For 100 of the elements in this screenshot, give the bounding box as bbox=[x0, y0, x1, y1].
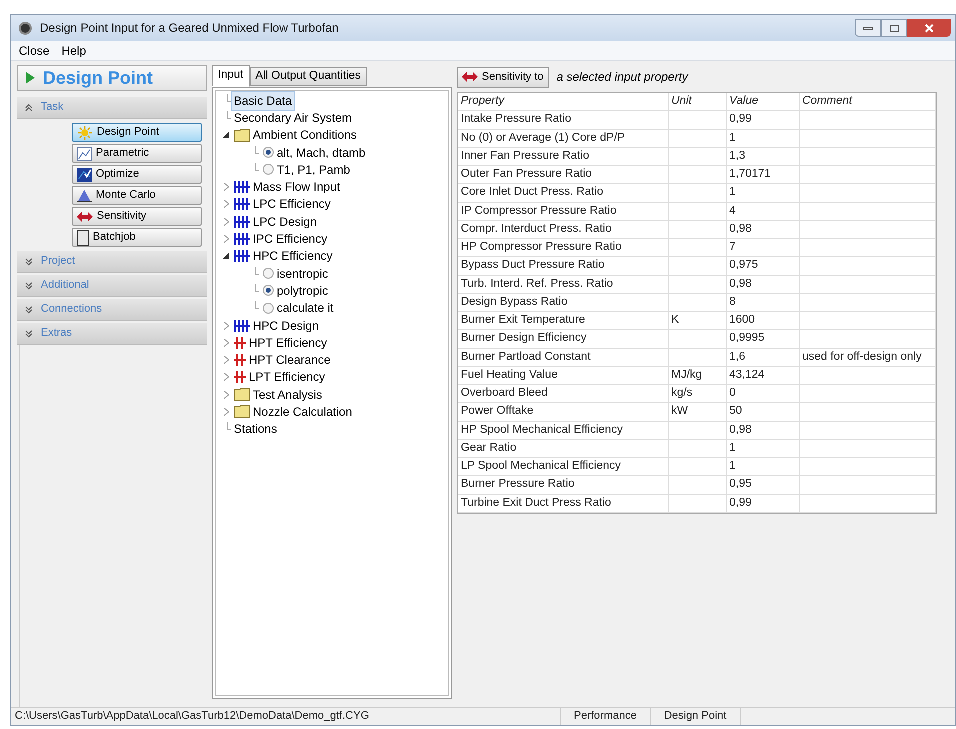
tree-item[interactable]: calculate it bbox=[274, 298, 337, 318]
compressor-icon bbox=[234, 181, 250, 194]
table-cell: 0,98 bbox=[726, 220, 799, 238]
task-button[interactable]: Design Point bbox=[72, 123, 202, 142]
folder-icon bbox=[234, 405, 250, 418]
compressor-icon bbox=[234, 198, 250, 210]
status-text: C:\Users\GasTurb\AppData\Local\GasTurb12\DemoData\Demo_gtf.CYG bbox=[11, 708, 561, 725]
radio-button[interactable] bbox=[263, 302, 274, 314]
column-header: Property bbox=[458, 93, 668, 111]
tree-item[interactable]: Stations bbox=[231, 419, 280, 440]
table-cell: 0,99 bbox=[726, 494, 799, 512]
collapsed-icon[interactable] bbox=[221, 322, 231, 330]
table-cell: 50 bbox=[726, 402, 799, 421]
table-cell: Intake Pressure Ratio bbox=[458, 110, 668, 129]
compressor-icon bbox=[234, 216, 250, 228]
table-cell: kg/s bbox=[668, 384, 726, 403]
table-cell: HP Spool Mechanical Efficiency bbox=[458, 421, 668, 440]
table-cell: Power Offtake bbox=[458, 402, 668, 421]
table-cell: K bbox=[668, 312, 726, 330]
radio-button[interactable] bbox=[263, 285, 274, 296]
table-cell: Fuel Heating Value bbox=[458, 366, 668, 384]
table-cell: Design Bypass Ratio bbox=[458, 293, 668, 312]
tree-item[interactable]: Basic Data bbox=[231, 90, 296, 111]
tab[interactable]: Input bbox=[212, 65, 250, 87]
folder-icon bbox=[234, 388, 250, 402]
minimize-button[interactable] bbox=[855, 19, 881, 37]
close-button[interactable] bbox=[907, 19, 951, 37]
compressor-icon bbox=[234, 250, 250, 262]
play-icon bbox=[26, 72, 35, 84]
table-cell: Inner Fan Pressure Ratio bbox=[458, 147, 668, 166]
turbine-icon bbox=[234, 354, 246, 366]
tree-item[interactable]: LPC Design bbox=[250, 212, 320, 232]
expand-icon bbox=[25, 306, 33, 314]
collapsed-icon[interactable] bbox=[221, 183, 231, 192]
collapsed-icon[interactable] bbox=[221, 200, 231, 208]
collapsed-icon[interactable] bbox=[221, 356, 231, 364]
table-cell: 0,95 bbox=[726, 476, 799, 494]
collapsed-icon[interactable] bbox=[221, 408, 231, 416]
table-cell: kW bbox=[668, 402, 726, 421]
radio-button[interactable] bbox=[263, 268, 274, 280]
column-header: Value bbox=[726, 93, 799, 111]
table-cell: 7 bbox=[726, 238, 799, 257]
table-cell: used for off-design only bbox=[799, 348, 936, 366]
task-button[interactable]: Optimize bbox=[72, 165, 202, 184]
table-cell: 8 bbox=[726, 293, 799, 312]
table-cell: 0,98 bbox=[726, 275, 799, 294]
task-button[interactable]: Sensitivity bbox=[72, 207, 202, 226]
tab[interactable]: All Output Quantities bbox=[250, 67, 368, 86]
expanded-icon[interactable] bbox=[221, 132, 231, 138]
table-cell: Compr. Interduct Press. Ratio bbox=[458, 220, 668, 238]
table-cell: Bypass Duct Pressure Ratio bbox=[458, 256, 668, 275]
table-cell: 0,9995 bbox=[726, 330, 799, 348]
table-cell: LP Spool Mechanical Efficiency bbox=[458, 458, 668, 476]
tree-item[interactable]: Nozzle Calculation bbox=[250, 402, 356, 422]
expanded-icon[interactable] bbox=[221, 253, 231, 260]
double-arrow-icon bbox=[77, 210, 93, 222]
collapsed-icon[interactable] bbox=[221, 338, 231, 347]
column-header: Unit bbox=[668, 93, 726, 111]
table-cell: HP Compressor Pressure Ratio bbox=[458, 238, 668, 257]
page-icon bbox=[77, 230, 89, 246]
collapsed-icon[interactable] bbox=[221, 218, 231, 226]
column-header: Comment bbox=[799, 93, 936, 111]
task-button[interactable]: Parametric bbox=[72, 144, 202, 163]
compressor-icon bbox=[234, 320, 250, 332]
table-cell: Burner Partload Constant bbox=[458, 348, 668, 366]
tree-item[interactable]: Ambient Conditions bbox=[250, 125, 360, 146]
compressor-icon bbox=[234, 233, 250, 246]
table-cell: Core Inlet Duct Press. Ratio bbox=[458, 184, 668, 202]
window-title: Design Point Input for a Geared Unmixed Flow Turbofan bbox=[40, 20, 339, 37]
menu-item[interactable]: Close bbox=[19, 42, 50, 60]
status-text: Design Point bbox=[651, 708, 741, 725]
collapsed-icon[interactable] bbox=[221, 235, 231, 244]
turbine-icon bbox=[234, 336, 246, 349]
table-cell: 1 bbox=[726, 458, 799, 476]
table-cell: 0 bbox=[726, 384, 799, 403]
table-cell: Outer Fan Pressure Ratio bbox=[458, 166, 668, 184]
sensitivity-button[interactable]: Sensitivity to bbox=[457, 66, 549, 88]
table-cell: 4 bbox=[726, 202, 799, 220]
radio-button[interactable] bbox=[263, 147, 274, 158]
app-icon bbox=[19, 22, 32, 34]
expand-icon bbox=[25, 282, 33, 290]
turbine-icon bbox=[234, 371, 246, 384]
collapsed-icon[interactable] bbox=[221, 390, 231, 399]
task-button[interactable]: Monte Carlo bbox=[72, 186, 202, 205]
table-cell: Burner Pressure Ratio bbox=[458, 476, 668, 494]
task-button[interactable]: Batchjob bbox=[72, 228, 202, 247]
sensitivity-hint: a selected input property bbox=[556, 69, 688, 86]
table-cell: 0,98 bbox=[726, 421, 799, 440]
maximize-button[interactable] bbox=[881, 19, 907, 37]
table-cell: Turbine Exit Duct Press Ratio bbox=[458, 494, 668, 512]
collapse-icon bbox=[25, 104, 33, 112]
sun-icon bbox=[77, 126, 93, 140]
tree-item[interactable]: Test Analysis bbox=[250, 384, 326, 405]
status-text: Performance bbox=[561, 708, 651, 725]
menu-item[interactable]: Help bbox=[62, 42, 86, 60]
table-cell: 0,975 bbox=[726, 256, 799, 275]
table-cell: 1 bbox=[726, 439, 799, 458]
collapsed-icon[interactable] bbox=[221, 373, 231, 382]
radio-button[interactable] bbox=[263, 164, 274, 176]
close-icon bbox=[924, 24, 934, 32]
